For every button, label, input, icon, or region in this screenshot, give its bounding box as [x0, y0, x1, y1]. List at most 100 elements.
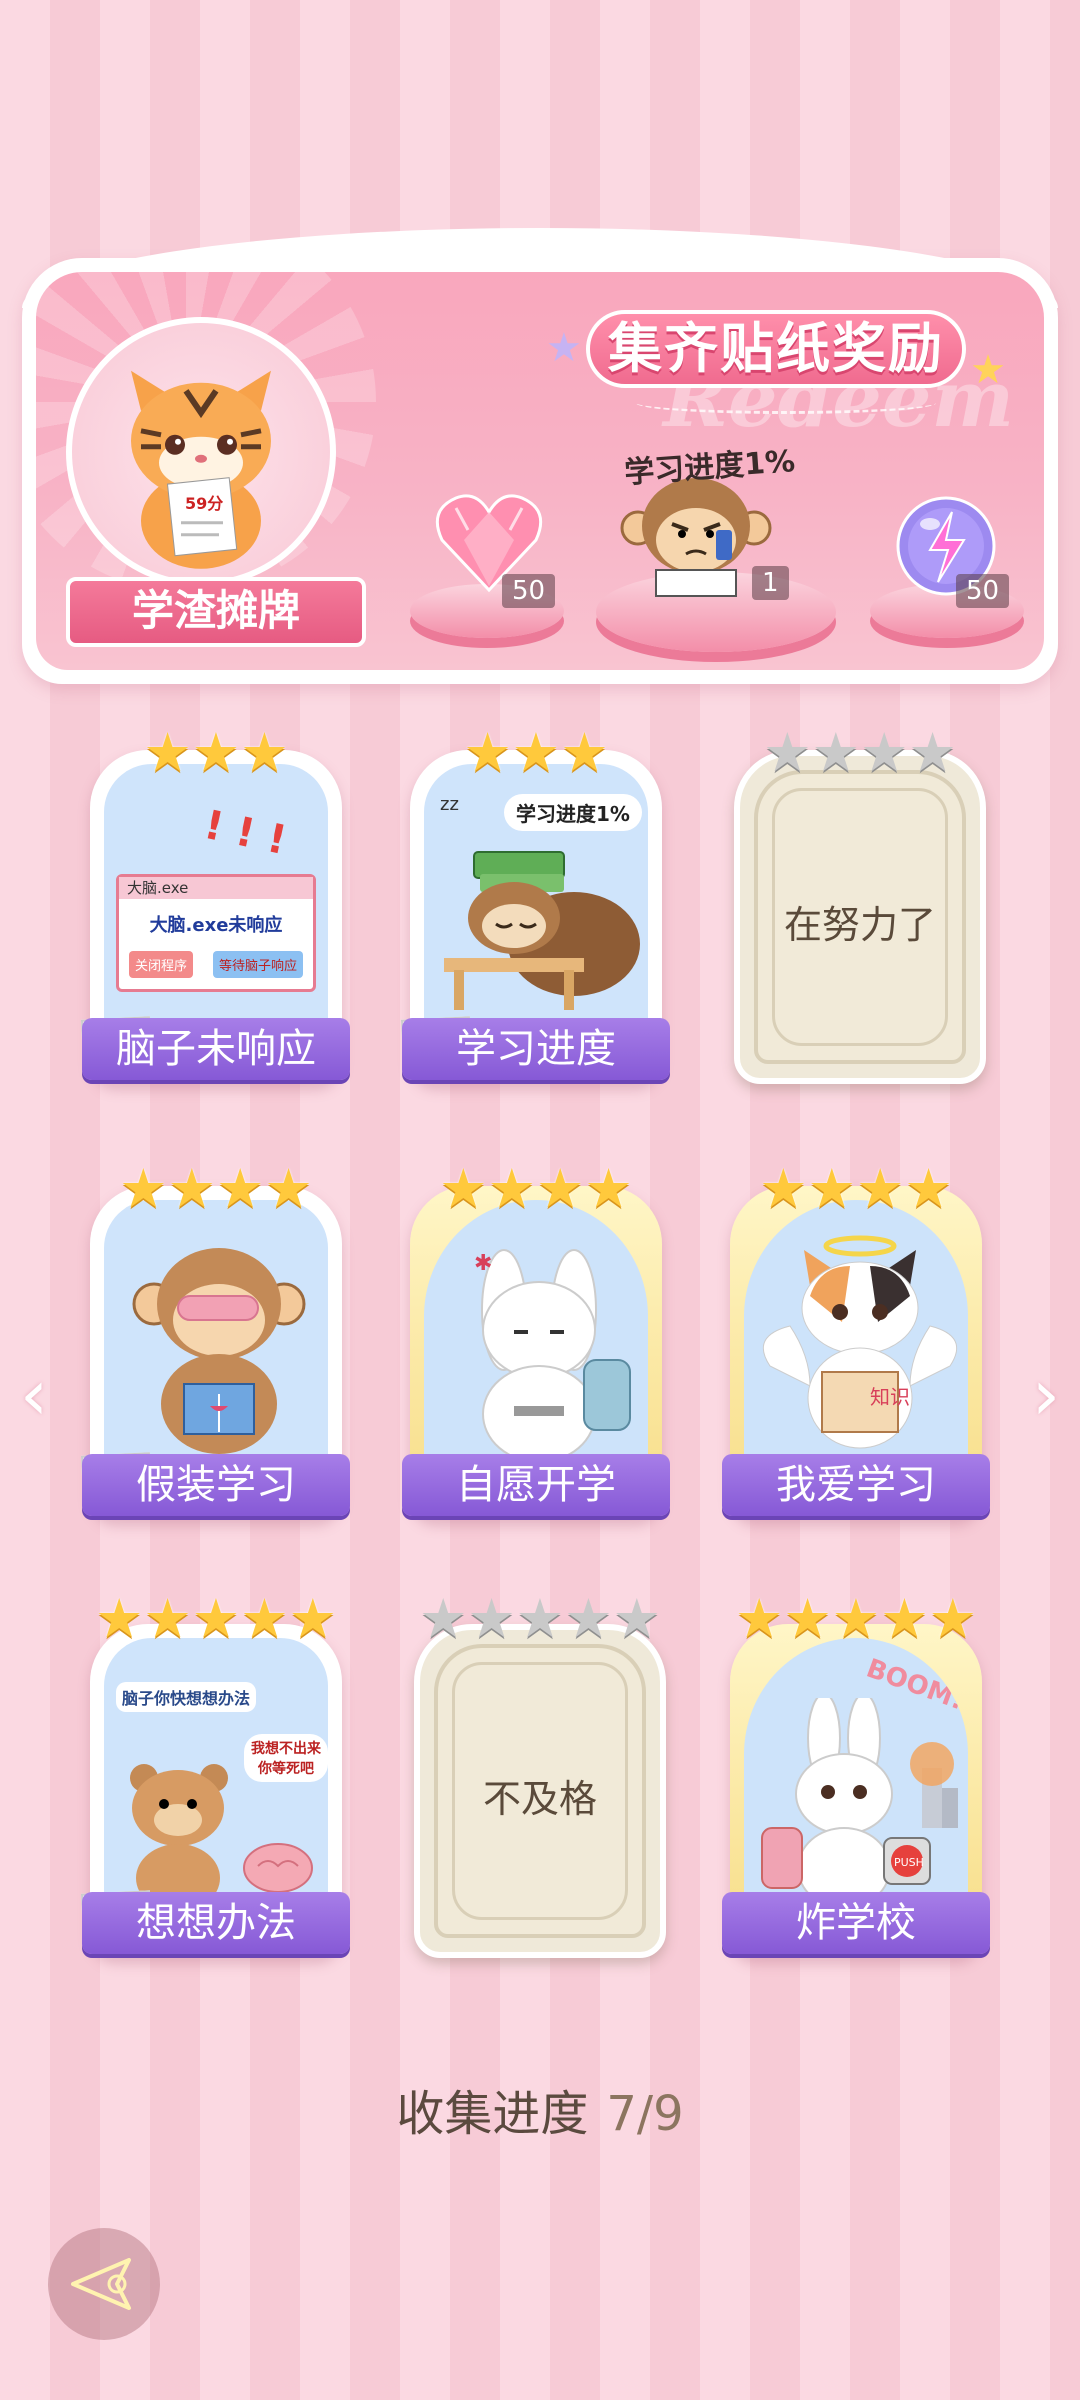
card-label: 学习进度: [402, 1018, 670, 1080]
star-deco-icon: ★: [970, 347, 1006, 393]
star-icon: ★: [564, 1587, 613, 1650]
star-rating: ★ ★ ★ ★: [439, 1162, 633, 1216]
card-label: 脑子未响应: [82, 1018, 350, 1080]
star-icon: ★: [763, 721, 812, 784]
star-icon: ★: [467, 1587, 516, 1650]
back-button[interactable]: [48, 2228, 160, 2340]
star-icon: ★: [560, 721, 609, 784]
banner-title-wrap: ★ 集齐贴纸奖励 ★: [546, 310, 1016, 414]
star-icon: ★: [904, 1157, 953, 1220]
push-button-text: PUSH: [894, 1856, 924, 1869]
error-popup: 大脑.exe 大脑.exe未响应 关闭程序 等待脑子响应: [116, 874, 316, 992]
rabbit-bomb-icon: PUSH: [761, 1698, 958, 1908]
banner-background: Redeem ★ 集齐贴纸奖励 ★ 59分 学渣摊牌 50 学习进度1% 1 5…: [36, 272, 1044, 670]
close-program-button: 关闭程序: [128, 951, 193, 978]
card-label: 炸学校: [722, 1892, 990, 1954]
star-icon: ★: [860, 721, 909, 784]
card-frame: ✱ 自愿开学: [402, 1186, 670, 1520]
bear-brain-icon: [130, 1764, 313, 1908]
popup-title: 大脑.exe: [119, 877, 313, 899]
star-rating: ★ ★ ★ ★ ★: [95, 1592, 337, 1646]
card-frame: 不及格: [414, 1624, 666, 1958]
star-rating: ★ ★ ★: [143, 726, 288, 780]
star-icon: ★: [487, 1157, 536, 1220]
banner-title: 集齐贴纸奖励: [608, 317, 944, 380]
sticker-card[interactable]: 学习进度1% zz +3 学习进度 ★★★: [400, 726, 670, 1084]
star-icon: ★: [143, 721, 192, 784]
star-icon: ★: [119, 1157, 168, 1220]
locked-card[interactable]: 在努力了 ★ ★ ★ ★: [734, 726, 986, 1084]
star-icon: ★: [908, 721, 957, 784]
reward-amount: 1: [752, 566, 789, 600]
lock-text: 在努力了: [783, 903, 936, 947]
star-rating: ★ ★ ★ ★ ★: [419, 1592, 661, 1646]
tiger-avatar[interactable]: 59分: [66, 317, 336, 587]
star-icon: ★: [167, 1157, 216, 1220]
star-icon: ★: [831, 1587, 881, 1650]
star-icon: ★: [240, 1587, 289, 1650]
card-frame: 在努力了: [734, 750, 986, 1084]
lock-text: 不及格: [482, 1777, 597, 1821]
sticker-card[interactable]: 脑子你快想想办法 我想不出来 你等死吧 +1 想想办法 ★★★★★: [80, 1592, 350, 1958]
zz-icon: zz: [440, 794, 459, 815]
star-icon: ★: [463, 721, 512, 784]
monkey-icon: [132, 1248, 306, 1454]
star-icon: ★: [811, 721, 860, 784]
star-icon: ★: [94, 1587, 144, 1650]
star-icon: ★: [880, 1587, 929, 1650]
card-label: 自愿开学: [402, 1454, 670, 1516]
collection-value: 7/9: [606, 2086, 684, 2142]
star-icon: ★: [783, 1587, 832, 1650]
wait-button: 等待脑子响应: [212, 951, 303, 978]
exclaim-icon: ! ! !: [200, 801, 291, 865]
card-frame: 学习进度1% zz +3 学习进度: [400, 750, 670, 1084]
reward-amount: 50: [502, 574, 556, 608]
star-rating: ★ ★ ★ ★ ★: [735, 1592, 977, 1646]
sticker-card[interactable]: ✱ 自愿开学 ★ ★ ★ ★: [402, 1162, 670, 1520]
star-icon: ★: [418, 1587, 468, 1650]
collection-label: 收集进度: [396, 2086, 589, 2142]
star-icon: ★: [439, 1157, 488, 1220]
star-icon: ★: [511, 721, 561, 784]
angel-cat-icon: 知识: [762, 1235, 958, 1449]
star-icon: ★: [515, 1587, 565, 1650]
star-rating: ★ ★ ★ ★: [763, 726, 957, 780]
card-frame: +2 假装学习: [80, 1186, 350, 1520]
svg-text:✱: ✱: [474, 1251, 492, 1276]
speech-bubble: 学习进度1%: [504, 794, 642, 831]
star-icon: ★: [928, 1587, 978, 1650]
star-icon: ★: [191, 721, 241, 784]
star-icon: ★: [536, 1157, 585, 1220]
collection-progress: 收集进度 7/9: [0, 2074, 1080, 2144]
star-icon: ★: [143, 1587, 192, 1650]
card-label: 我爱学习: [722, 1454, 990, 1516]
card-label: 想想办法: [82, 1892, 350, 1954]
title-dashes: [636, 392, 936, 414]
locked-card[interactable]: 不及格 ★ ★ ★ ★ ★: [414, 1592, 666, 1958]
star-icon: ★: [191, 1587, 241, 1650]
next-page-arrow[interactable]: ›: [1032, 1360, 1060, 1430]
star-icon: ★: [240, 721, 289, 784]
sloth-icon: [444, 851, 640, 1010]
tiger-score: 59分: [185, 494, 223, 513]
star-icon: ★: [584, 1157, 633, 1220]
card-frame: 知识 我爱学习: [722, 1186, 990, 1520]
sticker-card[interactable]: +2 假装学习 ★★★★: [80, 1162, 350, 1520]
nameplate: 学渣摊牌: [66, 577, 366, 647]
star-icon: ★: [856, 1157, 905, 1220]
sticker-card[interactable]: ! ! ! 大脑.exe 大脑.exe未响应 关闭程序 等待脑子响应 +9 脑子…: [80, 726, 350, 1084]
popup-message: 大脑.exe未响应: [149, 915, 283, 936]
rabbit-icon: ✱: [474, 1249, 631, 1463]
back-arrow-icon: [71, 2258, 131, 2310]
card-frame: 脑子你快想想办法 我想不出来 你等死吧 +1 想想办法: [80, 1624, 350, 1958]
sticker-card[interactable]: 知识 我爱学习 ★ ★ ★ ★: [722, 1162, 990, 1520]
sticker-card[interactable]: BOOM!! PUSH 炸学校 ★ ★ ★ ★ ★: [722, 1592, 990, 1958]
reward-amount: 50: [956, 574, 1010, 608]
star-icon: ★: [759, 1157, 808, 1220]
star-rating: ★ ★ ★: [463, 726, 608, 780]
card-label: 假装学习: [82, 1454, 350, 1516]
prev-page-arrow[interactable]: ‹: [20, 1360, 48, 1430]
star-icon: ★: [734, 1587, 784, 1650]
card-frame: BOOM!! PUSH 炸学校: [722, 1624, 990, 1958]
star-deco-icon: ★: [546, 325, 582, 371]
